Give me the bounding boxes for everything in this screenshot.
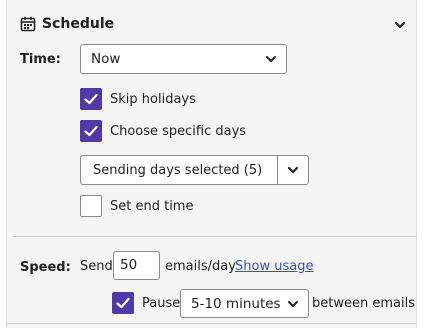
choose-days-checkbox[interactable]	[80, 120, 102, 142]
chevron-down-icon	[288, 300, 298, 307]
section-title: Schedule	[42, 16, 115, 32]
schedule-panel: Schedule Time: Now Skip holidays Choose …	[6, 0, 417, 328]
section-divider	[13, 236, 417, 237]
emails-per-day-input[interactable]: 50	[113, 251, 160, 280]
emails-per-day-unit: emails/day	[165, 259, 236, 274]
dropdown-separator	[277, 156, 278, 184]
pause-suffix: between emails	[312, 296, 415, 311]
skip-holidays-label: Skip holidays	[110, 92, 196, 107]
pause-interval-select[interactable]: 5-10 minutes	[180, 289, 309, 318]
show-usage-link[interactable]: Show usage	[235, 259, 313, 274]
chevron-down-icon	[266, 56, 276, 62]
checkmark-icon	[116, 297, 130, 309]
calendar-icon	[20, 16, 36, 32]
end-time-checkbox[interactable]	[80, 195, 102, 217]
choose-days-label: Choose specific days	[110, 124, 247, 139]
time-select[interactable]: Now	[80, 44, 287, 74]
chevron-down-icon[interactable]	[286, 163, 300, 177]
sending-days-value: Sending days selected (5)	[93, 163, 263, 178]
pause-checkbox[interactable]	[112, 292, 134, 314]
pause-label: Pause	[142, 296, 181, 311]
checkmark-icon	[84, 125, 98, 137]
pause-interval-value: 5-10 minutes	[191, 295, 281, 312]
send-prefix: Send	[80, 259, 113, 274]
schedule-header[interactable]: Schedule	[7, 12, 416, 38]
checkmark-icon	[84, 93, 98, 105]
bottom-divider	[7, 323, 416, 324]
skip-holidays-checkbox[interactable]	[80, 88, 102, 110]
sending-days-dropdown[interactable]: Sending days selected (5)	[80, 155, 309, 185]
end-time-label: Set end time	[110, 199, 194, 214]
speed-label: Speed:	[20, 260, 71, 275]
time-select-value: Now	[91, 51, 121, 67]
time-label: Time:	[20, 52, 61, 67]
chevron-down-icon[interactable]	[393, 18, 407, 32]
